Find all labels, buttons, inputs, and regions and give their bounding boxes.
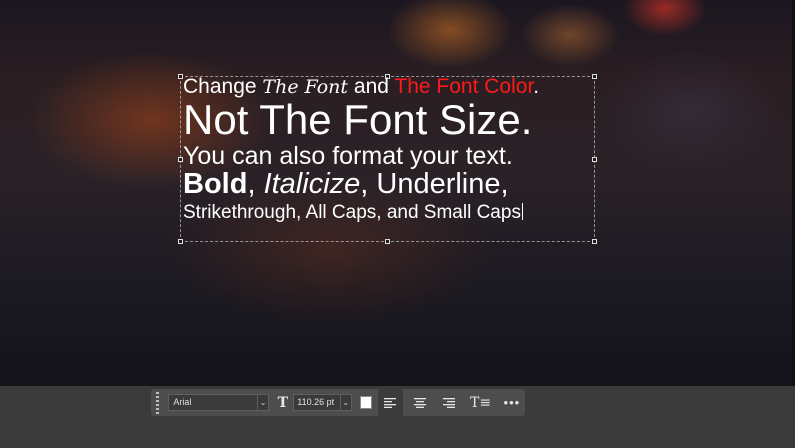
text-underline-rest: , Underline,: [360, 168, 509, 200]
chevron-down-icon[interactable]: ⌄: [257, 394, 270, 411]
text-options-icon: T≡: [470, 394, 492, 411]
text-size-icon: T: [277, 394, 288, 411]
more-icon: •••: [503, 395, 521, 410]
align-center-icon: [413, 397, 426, 408]
more-options-button[interactable]: •••: [499, 389, 525, 416]
resize-handle-bottom-right[interactable]: [592, 239, 597, 244]
align-center-button[interactable]: [408, 389, 432, 416]
font-size-input[interactable]: 110.26 pt: [293, 394, 341, 411]
resize-handle-bottom-center[interactable]: [385, 239, 390, 244]
text-line-2[interactable]: Not The Font Size.: [183, 99, 532, 141]
align-right-button[interactable]: [437, 389, 461, 416]
align-left-button[interactable]: [378, 389, 403, 416]
resize-handle-middle-right[interactable]: [592, 157, 597, 162]
document-canvas[interactable]: Change The Font and The Font Color. Not …: [0, 0, 795, 386]
text-line-3[interactable]: You can also format your text.: [183, 144, 513, 169]
text-bold: Bold: [183, 168, 248, 200]
align-right-icon: [443, 397, 456, 408]
text-color-swatch[interactable]: [359, 396, 373, 409]
chevron-down-icon[interactable]: ⌄: [340, 394, 352, 411]
drag-grip-icon[interactable]: [153, 389, 162, 416]
text-line-4[interactable]: Bold, Italicize, Underline,: [183, 170, 509, 199]
text-italicize: Italicize: [263, 168, 361, 200]
text-line-1[interactable]: Change The Font and The Font Color.: [183, 76, 539, 97]
text-cursor: [521, 203, 523, 220]
text-line-5[interactable]: Strikethrough, All Caps, and Small Caps: [183, 203, 523, 222]
resize-handle-top-right[interactable]: [592, 74, 597, 79]
text-and: and: [348, 75, 395, 98]
font-family-select[interactable]: Arial: [168, 394, 258, 411]
text-separator: ,: [247, 168, 264, 200]
align-left-icon: [384, 397, 397, 408]
text-change: Change: [183, 75, 263, 98]
text-period: .: [533, 75, 540, 98]
text-the-font-color: The Font Color: [394, 75, 534, 98]
text-line-5-content: Strikethrough, All Caps, and Small Caps: [183, 202, 521, 223]
text-options-button[interactable]: T≡: [467, 389, 493, 416]
resize-handle-bottom-left[interactable]: [178, 239, 183, 244]
contextual-task-bar: Arial ⌄ T 110.26 pt ⌄ T≡ •••: [151, 389, 525, 416]
text-the-font-script: The Font: [262, 76, 349, 98]
